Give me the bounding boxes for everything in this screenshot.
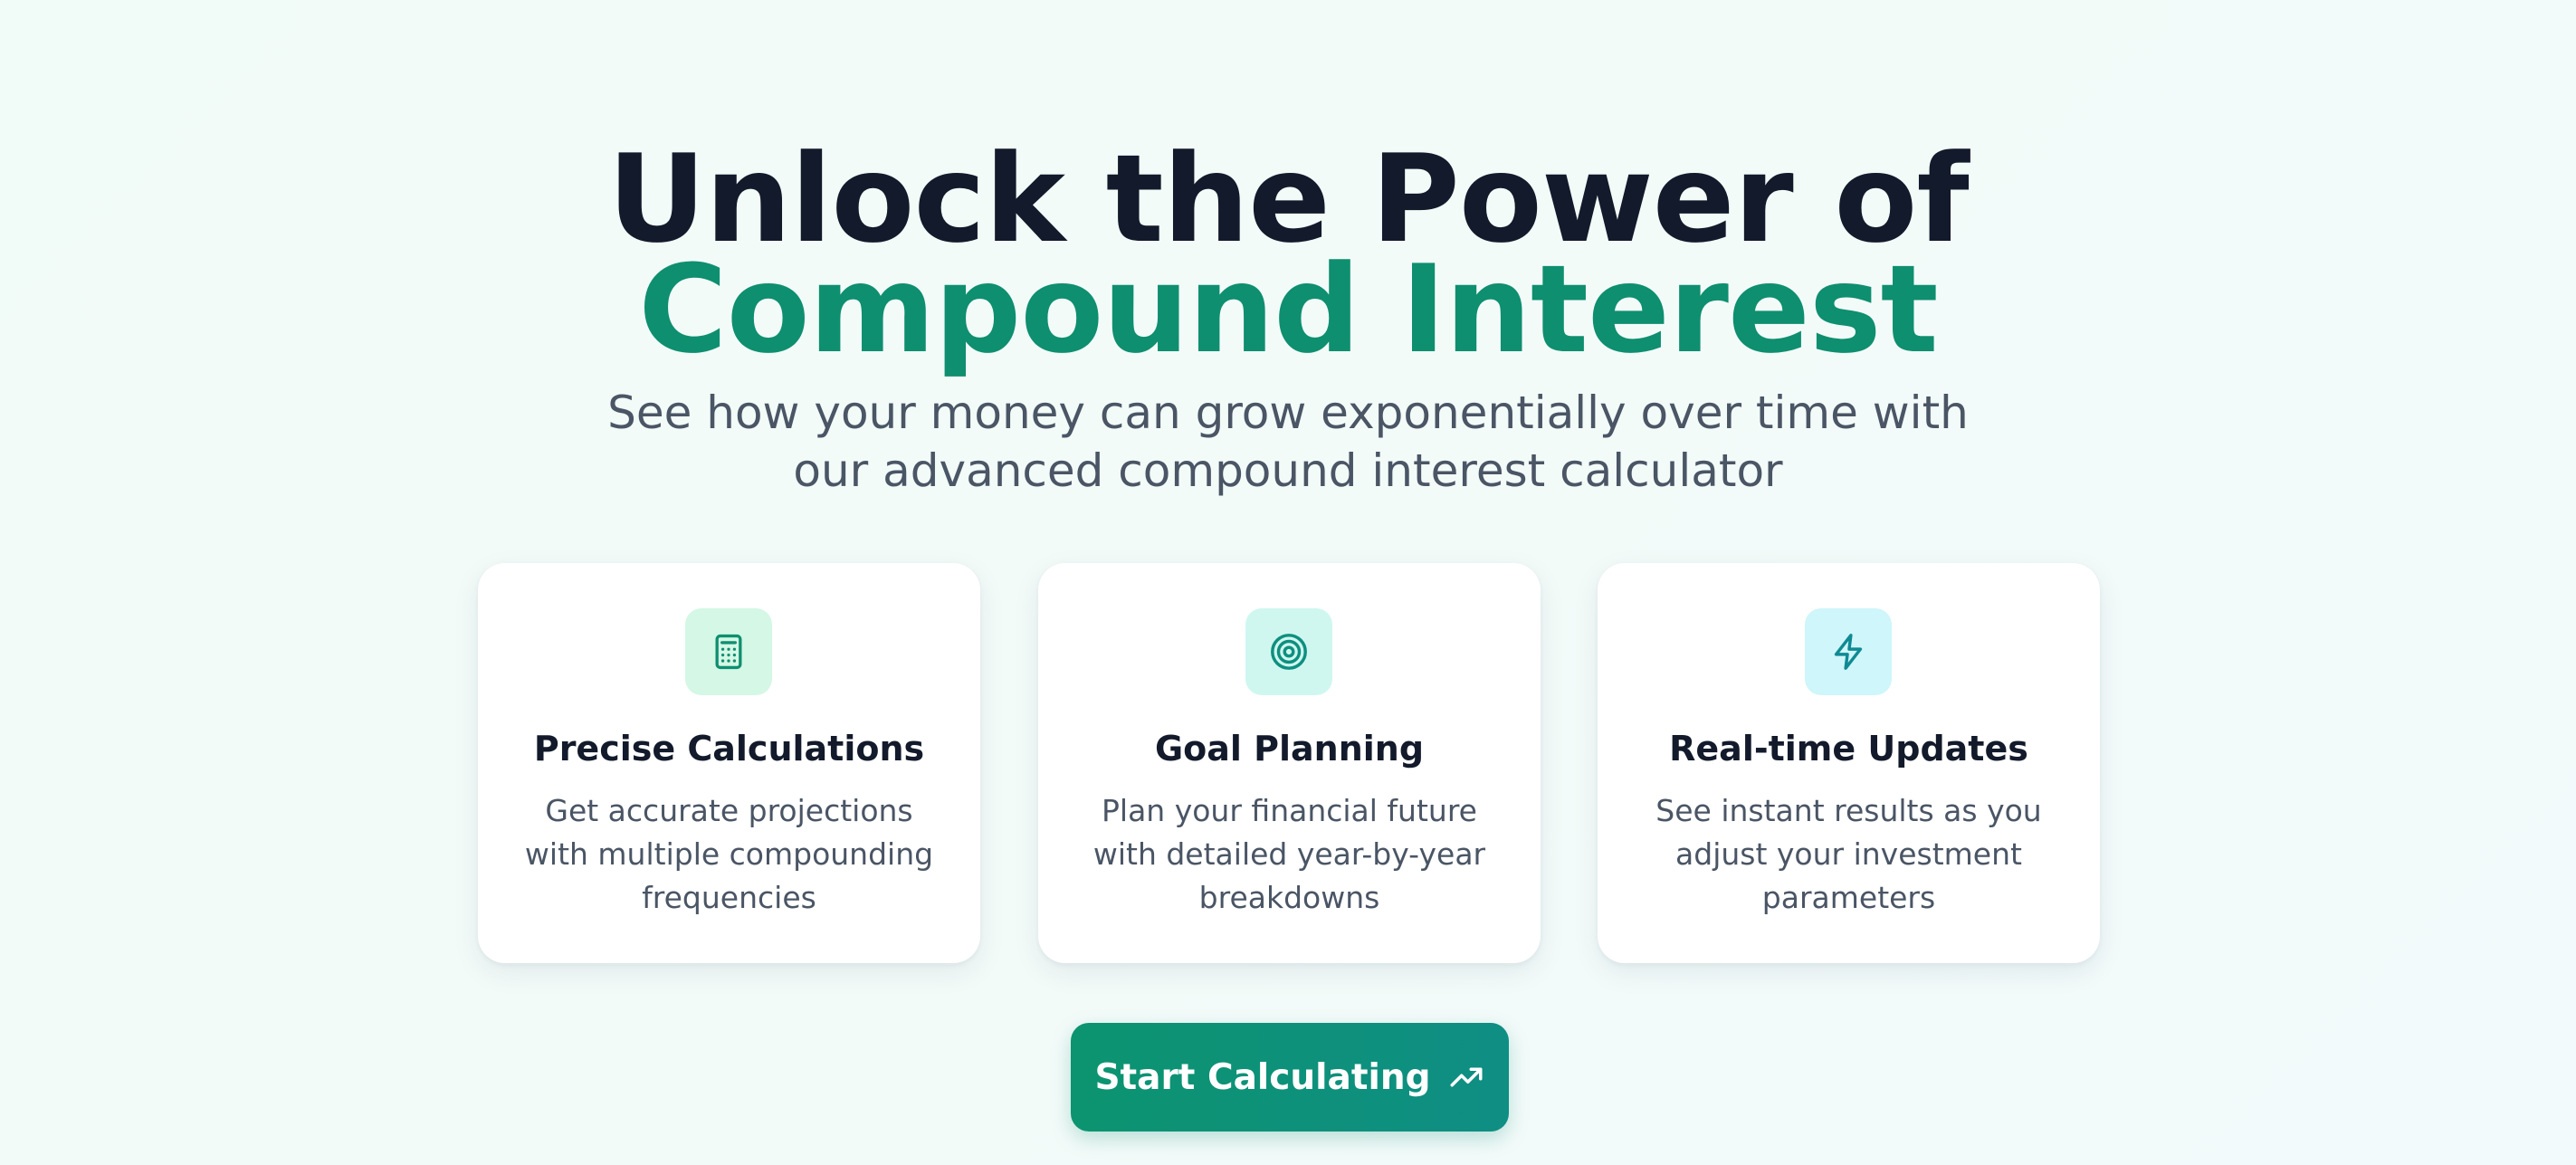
feature-card-real-time-updates: Real-time Updates See instant results as… <box>1598 563 2100 963</box>
feature-description: See instant results as you adjust your i… <box>1655 793 2042 915</box>
feature-description: Plan your financial future with detailed… <box>1092 793 1486 915</box>
hero-title-highlight: Compound Interest <box>638 239 1938 380</box>
feature-card-precise-calculations: Precise Calculations Get accurate projec… <box>478 563 980 963</box>
hero-section: Unlock the Power of Compound Interest Se… <box>0 0 2576 1165</box>
hero-subtitle: See how your money can grow exponentiall… <box>607 387 1969 497</box>
start-calculating-button[interactable]: Start Calculating <box>1071 1023 1509 1132</box>
feature-description: Get accurate projections with multiple c… <box>524 793 934 915</box>
target-icon <box>1245 608 1332 695</box>
calculator-icon <box>685 608 772 695</box>
feature-card-goal-planning: Goal Planning Plan your financial future… <box>1038 563 1541 963</box>
feature-title: Precise Calculations <box>533 729 925 769</box>
lightning-icon <box>1805 608 1892 695</box>
feature-title: Goal Planning <box>1154 729 1425 769</box>
trending-up-icon <box>1447 1058 1485 1096</box>
feature-title: Real-time Updates <box>1669 729 2028 769</box>
start-calculating-label: Start Calculating <box>1094 1056 1431 1098</box>
